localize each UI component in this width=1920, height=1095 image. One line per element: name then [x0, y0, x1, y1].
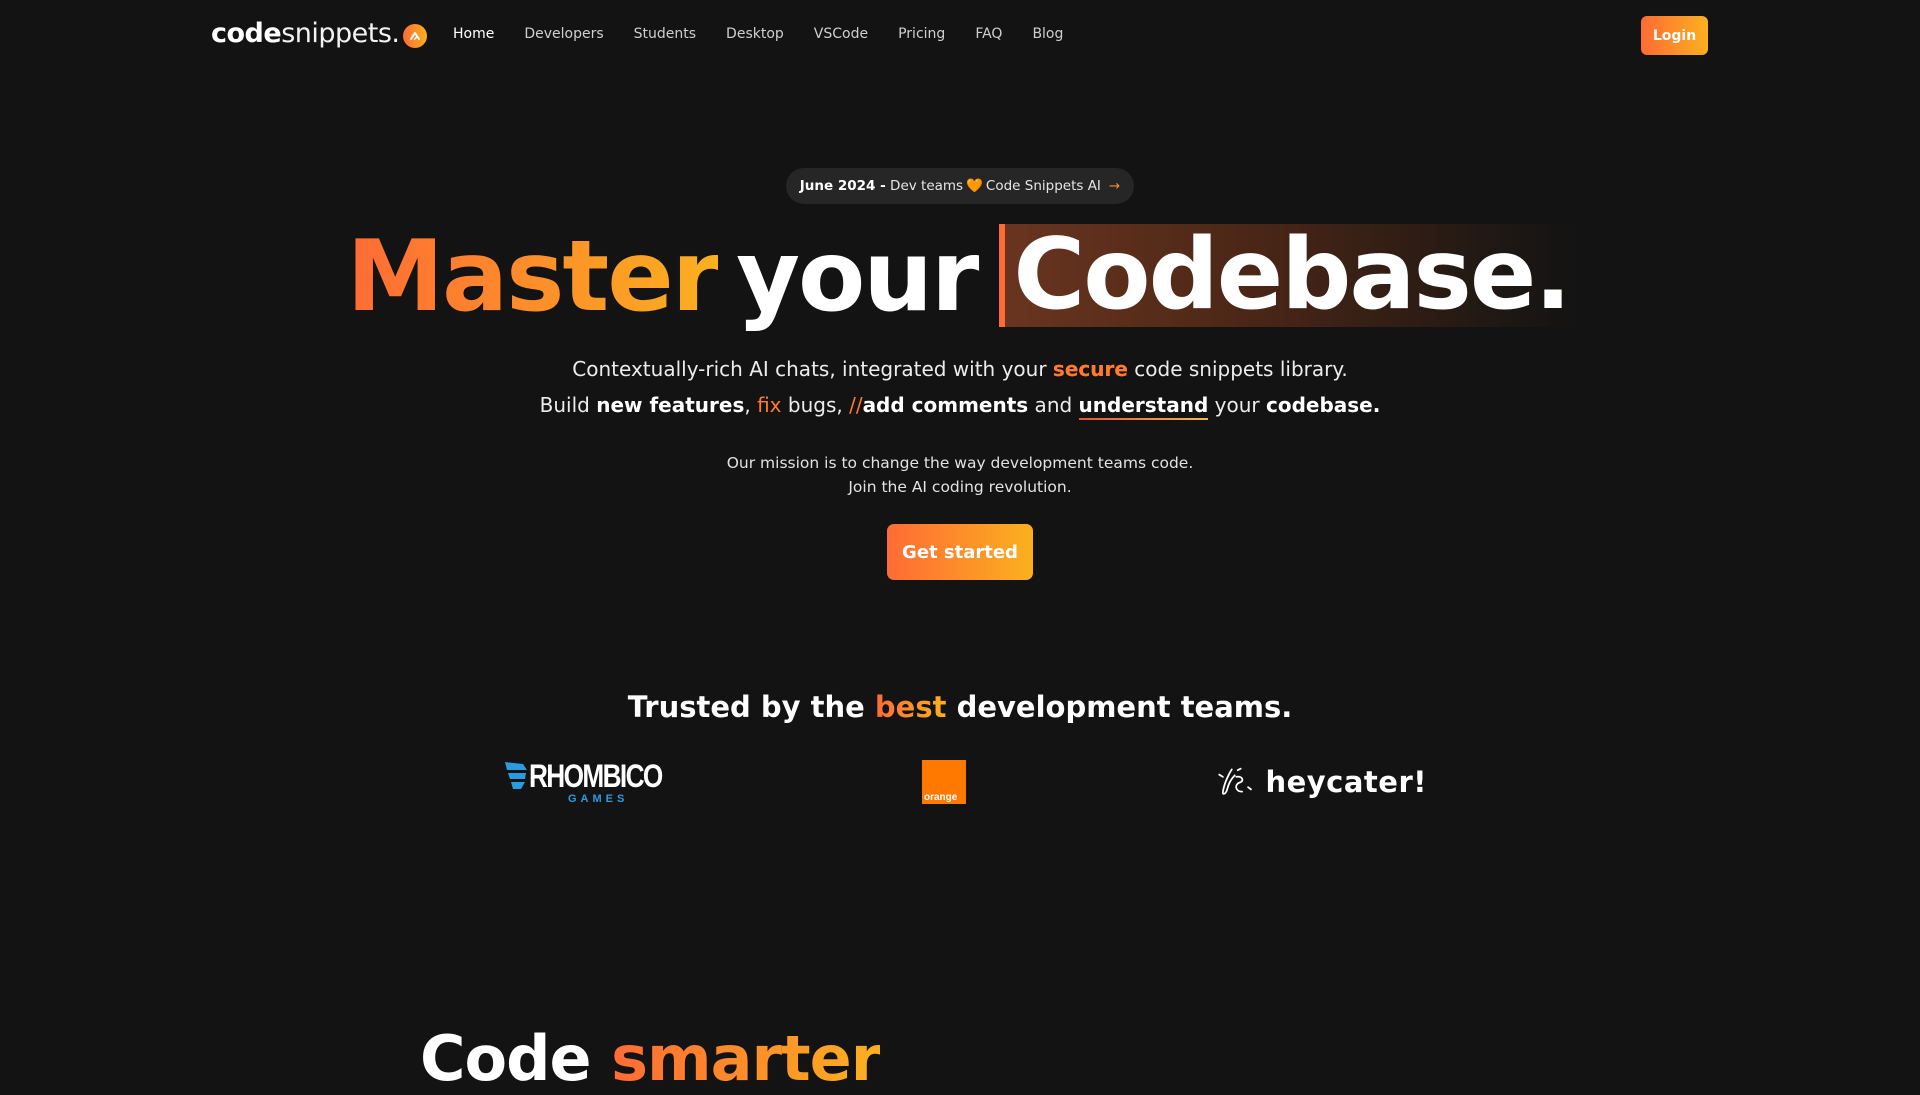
subtitle2-build: Build	[539, 393, 597, 417]
subtitle2-bugs: bugs,	[781, 393, 850, 417]
subtitle2-codebase: codebase.	[1265, 393, 1381, 417]
rhombico-mark-icon	[505, 762, 527, 789]
hero-headline: Master your Codebase.	[0, 222, 1920, 332]
nav-item-faq[interactable]: FAQ	[975, 26, 1002, 42]
subtitle2-slashes: //	[849, 393, 863, 417]
subtitle2-comma: ,	[744, 393, 758, 417]
rhombico-subtext: GAMES	[568, 793, 629, 805]
arrow-right-icon: →	[1108, 178, 1121, 194]
announcement-text-before: Dev teams	[890, 178, 964, 194]
subtitle2-new-features: new features	[596, 393, 745, 417]
rhombico-games-logo: RHOMBICO GAMES	[505, 758, 675, 806]
announcement-pill[interactable]: June 2024 - Dev teams 🧡 Code Snippets AI…	[786, 168, 1134, 204]
nav-item-desktop[interactable]: Desktop	[726, 26, 784, 42]
subtitle2-and: and	[1028, 393, 1079, 417]
heycater-mark-icon	[1218, 767, 1252, 795]
brand-name-light: snippets.	[281, 18, 400, 49]
brand-logo[interactable]: code snippets.	[211, 18, 427, 49]
orange-logo: orange	[922, 760, 966, 804]
heycater-logo: heycater!	[1217, 760, 1427, 804]
trusted-heading: Trusted by the best development teams.	[0, 690, 1920, 724]
section2-heading: Code smarter	[420, 1022, 881, 1095]
heycater-wordmark: heycater!	[1265, 765, 1427, 799]
login-button[interactable]: Login	[1641, 16, 1708, 55]
headline-highlight-word: Codebase.	[1013, 218, 1571, 332]
rhombico-wordmark: RHOMBICO	[529, 758, 663, 794]
subtitle2-understand: understand	[1078, 393, 1209, 420]
nav-item-students[interactable]: Students	[634, 26, 696, 42]
orange-wordmark: orange	[924, 792, 958, 803]
hero-subtitle-1: Contextually-rich AI chats, integrated w…	[0, 357, 1920, 381]
orange-heart-icon: 🧡	[966, 178, 983, 194]
announcement-date: June 2024 -	[799, 178, 886, 194]
nav-links: Home Developers Students Desktop VSCode …	[453, 26, 1093, 42]
nav-item-vscode[interactable]: VSCode	[814, 26, 868, 42]
mission-line-2: Join the AI coding revolution.	[848, 478, 1072, 496]
subtitle2-your: your	[1208, 393, 1266, 417]
nav-item-blog[interactable]: Blog	[1032, 26, 1063, 42]
nav-item-home[interactable]: Home	[453, 26, 494, 42]
brand-name-bold: code	[211, 18, 282, 49]
subtitle1-before: Contextually-rich AI chats, integrated w…	[572, 357, 1053, 381]
chevron-up-badge-icon	[402, 23, 427, 48]
nav-item-developers[interactable]: Developers	[524, 26, 603, 42]
section2-title-plain: Code	[420, 1022, 592, 1095]
trusted-accent: best	[874, 690, 947, 724]
subtitle2-add-comments: add comments	[862, 393, 1029, 417]
headline-accent-word: Master	[346, 220, 720, 334]
top-navigation: code snippets. Home Developers Students D…	[0, 0, 1920, 72]
subtitle1-accent: secure	[1052, 357, 1128, 381]
nav-item-pricing[interactable]: Pricing	[898, 26, 945, 42]
headline-highlight-box: Codebase.	[999, 218, 1574, 332]
trusted-after: development teams.	[946, 690, 1293, 724]
mission-line-1: Our mission is to change the way develop…	[726, 454, 1194, 472]
subtitle2-fix: fix	[757, 393, 782, 417]
subtitle1-after: code snippets library.	[1127, 357, 1348, 381]
headline-mid-word: your	[736, 220, 979, 334]
announcement-text-after: Code Snippets AI	[985, 178, 1101, 194]
get-started-button[interactable]: Get started	[887, 524, 1033, 580]
hero-subtitle-2: Build new features, fix bugs, //add comm…	[0, 393, 1920, 420]
trusted-before: Trusted by the	[627, 690, 875, 724]
section2-title-accent: smarter	[611, 1022, 881, 1095]
